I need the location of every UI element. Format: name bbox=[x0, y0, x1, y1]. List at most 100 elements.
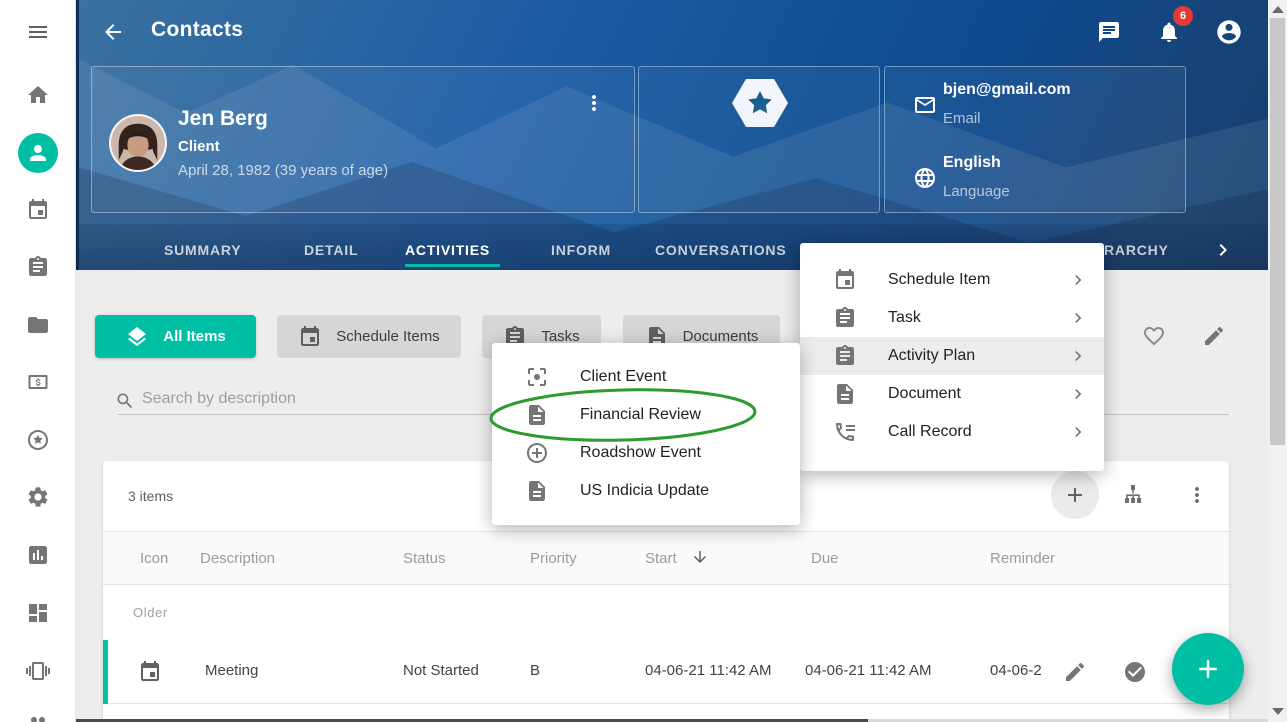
scroll-up-icon[interactable] bbox=[1272, 6, 1284, 13]
menu-item-label: Task bbox=[888, 309, 921, 327]
contact-name: Jen Berg bbox=[178, 107, 268, 131]
sidebar-item-tasks[interactable] bbox=[26, 255, 50, 279]
edit-pencil-icon[interactable] bbox=[1202, 324, 1226, 348]
menu-item-us-indicia-update[interactable]: US Indicia Update bbox=[492, 472, 800, 510]
menu-item-roadshow-event[interactable]: Roadshow Event bbox=[492, 434, 800, 472]
clipboard-icon bbox=[833, 306, 857, 330]
app-screen: Contacts 6 Jen Berg Client April 28, 198… bbox=[0, 0, 1287, 722]
layers-icon bbox=[125, 325, 149, 349]
row-accent-bar bbox=[103, 640, 108, 704]
scrollbar-thumb[interactable] bbox=[1270, 18, 1285, 445]
calendar-icon bbox=[833, 268, 857, 292]
tab-hierarchy-truncated[interactable]: RARCHY bbox=[1104, 242, 1169, 258]
table-header-row: Icon Description Status Priority Start D… bbox=[103, 531, 1229, 585]
tab-conversations[interactable]: CONVERSATIONS bbox=[655, 242, 787, 258]
contact-info-card: bjen@gmail.com Email English Language bbox=[884, 66, 1186, 213]
hamburger-menu-icon[interactable] bbox=[26, 20, 50, 44]
col-description[interactable]: Description bbox=[200, 550, 275, 567]
filter-schedule-items-label: Schedule Items bbox=[336, 328, 439, 345]
page-title: Contacts bbox=[151, 18, 243, 42]
plus-circle-icon bbox=[525, 441, 549, 465]
menu-item-label: Client Event bbox=[580, 368, 666, 386]
filter-all-items-button[interactable]: All Items bbox=[95, 315, 256, 358]
table-group-row: Older bbox=[103, 585, 1229, 640]
col-priority[interactable]: Priority bbox=[530, 550, 577, 567]
menu-item-label: Call Record bbox=[888, 423, 972, 441]
menu-item-call-record[interactable]: Call Record bbox=[800, 413, 1104, 451]
contact-birthdate: April 28, 1982 (39 years of age) bbox=[178, 162, 388, 179]
avatar[interactable] bbox=[109, 114, 167, 172]
profile-card: Jen Berg Client April 28, 1982 (39 years… bbox=[91, 66, 635, 213]
sidebar bbox=[0, 0, 76, 722]
sidebar-item-settings[interactable] bbox=[26, 485, 50, 509]
col-reminder[interactable]: Reminder bbox=[990, 550, 1055, 567]
menu-item-activity-plan[interactable]: Activity Plan bbox=[800, 337, 1104, 375]
chat-icon[interactable] bbox=[1097, 20, 1121, 44]
sort-descending-icon[interactable] bbox=[691, 548, 709, 566]
activity-plan-submenu: Client Event Financial Review Roadshow E… bbox=[492, 343, 800, 525]
sidebar-item-reports[interactable] bbox=[26, 543, 50, 567]
scroll-down-icon[interactable] bbox=[1272, 708, 1284, 715]
sidebar-item-home[interactable] bbox=[26, 83, 50, 107]
calendar-icon bbox=[298, 325, 322, 349]
tab-activities[interactable]: ACTIVITIES bbox=[405, 242, 490, 258]
sidebar-item-billing[interactable] bbox=[26, 370, 50, 394]
sidebar-item-mobile[interactable] bbox=[26, 659, 50, 683]
sidebar-item-calendar[interactable] bbox=[26, 198, 50, 222]
search-icon bbox=[115, 391, 135, 411]
row-complete-check-icon[interactable] bbox=[1123, 660, 1147, 684]
submenu-chevron-icon bbox=[1068, 422, 1088, 442]
vertical-scrollbar[interactable] bbox=[1268, 0, 1287, 722]
tab-summary[interactable]: SUMMARY bbox=[164, 242, 241, 258]
email-label: Email bbox=[943, 110, 981, 127]
sidebar-item-contacts[interactable] bbox=[18, 133, 58, 173]
sidebar-item-documents[interactable] bbox=[26, 313, 50, 337]
star-hexagon-badge-icon bbox=[732, 75, 788, 131]
sidebar-item-people[interactable] bbox=[26, 712, 50, 722]
row-edit-pencil-icon[interactable] bbox=[1063, 660, 1087, 684]
table-row[interactable]: Meeting Not Started B 04-06-21 11:42 AM … bbox=[103, 640, 1229, 704]
phone-list-icon bbox=[833, 420, 857, 444]
active-tab-underline bbox=[405, 264, 500, 267]
submenu-chevron-icon bbox=[1068, 308, 1088, 328]
filter-schedule-items-button[interactable]: Schedule Items bbox=[277, 315, 461, 358]
tab-inform[interactable]: INFORM bbox=[551, 242, 611, 258]
menu-item-label: Schedule Item bbox=[888, 271, 990, 289]
table-kebab-menu-icon[interactable] bbox=[1185, 483, 1209, 507]
language-value: English bbox=[943, 154, 1001, 172]
menu-item-document[interactable]: Document bbox=[800, 375, 1104, 413]
col-status[interactable]: Status bbox=[403, 550, 446, 567]
contact-type: Client bbox=[178, 138, 220, 155]
card-kebab-menu-icon[interactable] bbox=[582, 91, 606, 115]
user-avatar-icon[interactable] bbox=[1215, 18, 1243, 46]
col-start[interactable]: Start bbox=[645, 550, 677, 567]
menu-item-client-event[interactable]: Client Event bbox=[492, 358, 800, 396]
col-due[interactable]: Due bbox=[811, 550, 839, 567]
focus-icon bbox=[525, 365, 549, 389]
menu-item-financial-review[interactable]: Financial Review bbox=[492, 396, 800, 434]
col-icon[interactable]: Icon bbox=[140, 550, 168, 567]
tabs-overflow-chevron-icon[interactable] bbox=[1211, 238, 1235, 262]
add-activity-fab[interactable] bbox=[1172, 633, 1244, 705]
menu-item-label: Financial Review bbox=[580, 406, 701, 424]
cell-priority: B bbox=[530, 662, 540, 679]
favorite-heart-icon[interactable] bbox=[1142, 324, 1166, 348]
sidebar-item-favorites[interactable] bbox=[26, 428, 50, 452]
sidebar-item-dashboard[interactable] bbox=[26, 601, 50, 625]
back-arrow-icon[interactable] bbox=[101, 20, 125, 44]
document-icon bbox=[525, 479, 549, 503]
cell-due: 04-06-21 11:42 AM bbox=[805, 662, 931, 679]
menu-item-task[interactable]: Task bbox=[800, 299, 1104, 337]
group-label: Older bbox=[133, 605, 168, 620]
menu-item-schedule-item[interactable]: Schedule Item bbox=[800, 261, 1104, 299]
cell-start: 04-06-21 11:42 AM bbox=[645, 662, 771, 679]
new-activity-menu: Schedule Item Task Activity Plan Documen… bbox=[800, 243, 1104, 471]
language-label: Language bbox=[943, 183, 1010, 200]
filter-all-items-label: All Items bbox=[163, 328, 226, 345]
hierarchy-view-icon[interactable] bbox=[1121, 483, 1145, 507]
cell-reminder: 04-06-2 bbox=[990, 662, 1045, 679]
page-header: Contacts 6 Jen Berg Client April 28, 198… bbox=[76, 0, 1268, 270]
add-item-button[interactable] bbox=[1051, 471, 1099, 519]
tab-detail[interactable]: DETAIL bbox=[304, 242, 358, 258]
email-value[interactable]: bjen@gmail.com bbox=[943, 81, 1071, 99]
